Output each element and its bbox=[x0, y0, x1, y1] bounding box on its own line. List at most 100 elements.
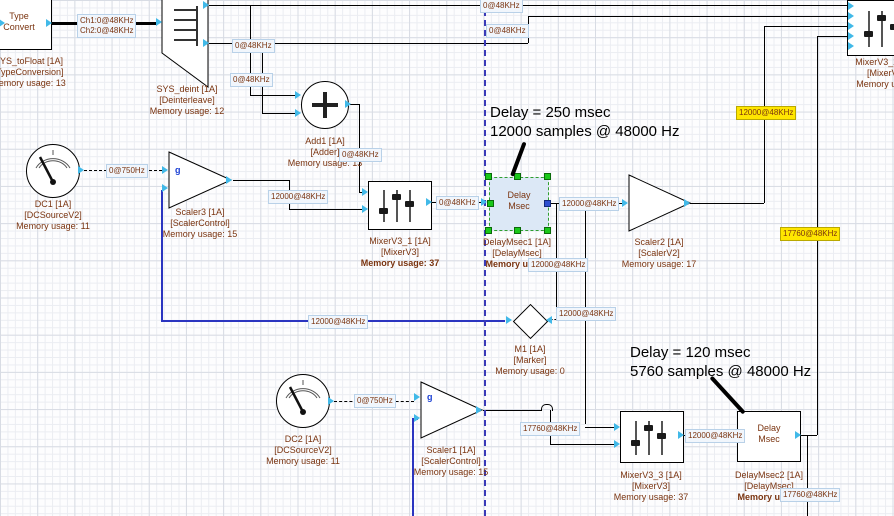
block-inner-label: Delay Msec bbox=[738, 423, 800, 445]
block-caption: MixerV3_2 [1A] [MixerV3] Memory usage bbox=[821, 57, 894, 90]
output-port-handle[interactable] bbox=[544, 200, 551, 207]
block-caption: Scaler3 [1A] [ScalerControl] Memory usag… bbox=[135, 207, 265, 240]
wire-label[interactable]: 0@48KHz bbox=[436, 196, 479, 210]
input-port-icon bbox=[848, 22, 854, 30]
gauge-icon bbox=[26, 144, 80, 198]
fader-knob-icon bbox=[631, 440, 640, 446]
fader-knob-icon bbox=[379, 208, 388, 214]
fader-icon bbox=[383, 190, 385, 222]
input-port-icon bbox=[848, 12, 854, 20]
wire-segment bbox=[483, 410, 541, 411]
fader-knob-icon bbox=[657, 433, 666, 439]
wire-label[interactable]: 0@750Hz bbox=[354, 394, 396, 408]
wire-label[interactable]: 12000@48KHz bbox=[308, 315, 368, 329]
wire-label-highlighted[interactable]: 17760@48KHz bbox=[780, 227, 840, 241]
deinterleave-icon bbox=[196, 6, 198, 46]
input-port-icon bbox=[414, 414, 420, 422]
wire-label[interactable]: 0@48KHz bbox=[486, 24, 529, 38]
fader-icon bbox=[635, 421, 637, 455]
block-caption: DC1 [1A] [DCSourceV2] Memory usage: 11 bbox=[0, 199, 118, 232]
wire-segment bbox=[550, 444, 614, 445]
schematic-canvas: { "blocks": { "typeconvert": {"inner_lin… bbox=[0, 0, 894, 516]
wire-label[interactable]: 12000@48KHz bbox=[685, 429, 745, 443]
input-port-icon bbox=[362, 188, 368, 196]
output-port-icon bbox=[203, 39, 209, 47]
input-port-icon bbox=[295, 109, 301, 117]
annotation-delay-250[interactable]: Delay = 250 msec 12000 samples @ 48000 H… bbox=[490, 103, 680, 141]
gain-input-port-icon bbox=[162, 166, 168, 174]
selection-handle[interactable] bbox=[514, 173, 521, 180]
wire-label[interactable]: Ch1:0@48KHz Ch2:0@48KHz bbox=[77, 14, 136, 38]
wire-label[interactable]: 12000@48KHz bbox=[268, 190, 328, 204]
block-caption: SYS_toFloat [1A] [TypeConversion] Memory… bbox=[0, 56, 117, 89]
block-mixer-1[interactable] bbox=[368, 181, 432, 230]
wire-segment bbox=[690, 203, 764, 204]
block-mixer-2[interactable] bbox=[847, 0, 894, 56]
annotation-delay-120[interactable]: Delay = 120 msec 5760 samples @ 48000 Hz bbox=[630, 343, 811, 381]
wire-segment bbox=[585, 427, 614, 428]
wire-label[interactable]: 17760@48KHz bbox=[780, 488, 840, 502]
block-caption: Scaler2 [1A] [ScalerV2] Memory usage: 17 bbox=[594, 237, 724, 270]
wire-segment bbox=[817, 36, 848, 37]
input-port-icon bbox=[0, 19, 5, 27]
block-marker-m1[interactable] bbox=[513, 304, 548, 339]
output-port-icon bbox=[684, 199, 690, 207]
output-port-icon bbox=[426, 198, 432, 206]
input-port-icon bbox=[506, 316, 512, 324]
wire-label[interactable]: 0@48KHz bbox=[232, 39, 275, 53]
block-delay-msec-2[interactable]: Delay Msec bbox=[737, 411, 801, 462]
wire-label[interactable]: 0@48KHz bbox=[339, 148, 382, 162]
fader-knob-icon bbox=[864, 31, 873, 37]
block-caption: Scaler1 [1A] [ScalerControl] Memory usag… bbox=[386, 445, 516, 478]
output-port-icon bbox=[546, 316, 552, 324]
wire-segment bbox=[289, 209, 364, 210]
wire-crossover-hop bbox=[541, 404, 553, 411]
wire-segment bbox=[209, 5, 848, 6]
block-caption: DC2 [1A] [DCSourceV2] Memory usage: 11 bbox=[238, 434, 368, 467]
block-delay-msec-1[interactable]: Delay Msec bbox=[489, 177, 549, 231]
annotation-pointer-line bbox=[510, 142, 526, 177]
block-caption: SYS_deint [1A] [Deinterleave] Memory usa… bbox=[122, 84, 252, 117]
block-scaler-3[interactable] bbox=[168, 151, 234, 209]
fader-knob-icon bbox=[877, 15, 886, 21]
wire-label[interactable]: 17760@48KHz bbox=[520, 422, 580, 436]
wire-label[interactable]: 12000@48KHz bbox=[556, 307, 616, 321]
wire-segment bbox=[528, 16, 848, 17]
wire-label-highlighted[interactable]: 12000@48KHz bbox=[736, 106, 796, 120]
output-port-icon bbox=[203, 1, 209, 9]
selection-handle[interactable] bbox=[487, 200, 494, 207]
output-port-icon bbox=[795, 431, 801, 439]
wire-label[interactable]: 0@750Hz bbox=[106, 164, 148, 178]
wire-segment bbox=[250, 95, 295, 96]
block-inner-label: Type Convert bbox=[0, 11, 51, 33]
deinterleave-icon-line bbox=[174, 29, 196, 31]
wire-label[interactable]: 0@48KHz bbox=[480, 0, 523, 13]
selection-handle[interactable] bbox=[485, 173, 492, 180]
selection-handle[interactable] bbox=[544, 227, 551, 234]
fader-knob-icon bbox=[392, 194, 401, 200]
deinterleave-icon-line bbox=[174, 19, 196, 21]
output-port-icon bbox=[78, 166, 84, 174]
input-port-icon bbox=[295, 91, 301, 99]
wire-label[interactable]: 12000@48KHz bbox=[528, 258, 588, 272]
selection-handle[interactable] bbox=[485, 227, 492, 234]
block-mixer-3[interactable] bbox=[620, 411, 684, 463]
block-scaler-1[interactable] bbox=[420, 381, 484, 439]
input-port-icon bbox=[162, 184, 168, 192]
block-scaler-2[interactable] bbox=[628, 174, 692, 232]
wire-label[interactable]: 12000@48KHz bbox=[559, 197, 619, 211]
deinterleave-icon-line bbox=[174, 39, 196, 41]
output-port-icon bbox=[226, 176, 232, 184]
wire-segment bbox=[801, 435, 817, 436]
input-port-icon bbox=[614, 440, 620, 448]
wire-label[interactable]: 0@48KHz bbox=[230, 73, 273, 87]
selection-handle[interactable] bbox=[514, 227, 521, 234]
input-port-icon bbox=[614, 423, 620, 431]
input-port-icon bbox=[848, 32, 854, 40]
output-port-icon bbox=[46, 19, 52, 27]
wire-segment bbox=[233, 180, 289, 181]
block-type-convert[interactable]: Type Convert bbox=[0, 0, 52, 50]
gauge-icon bbox=[276, 374, 330, 428]
selection-handle[interactable] bbox=[544, 173, 551, 180]
output-port-icon bbox=[328, 397, 334, 405]
